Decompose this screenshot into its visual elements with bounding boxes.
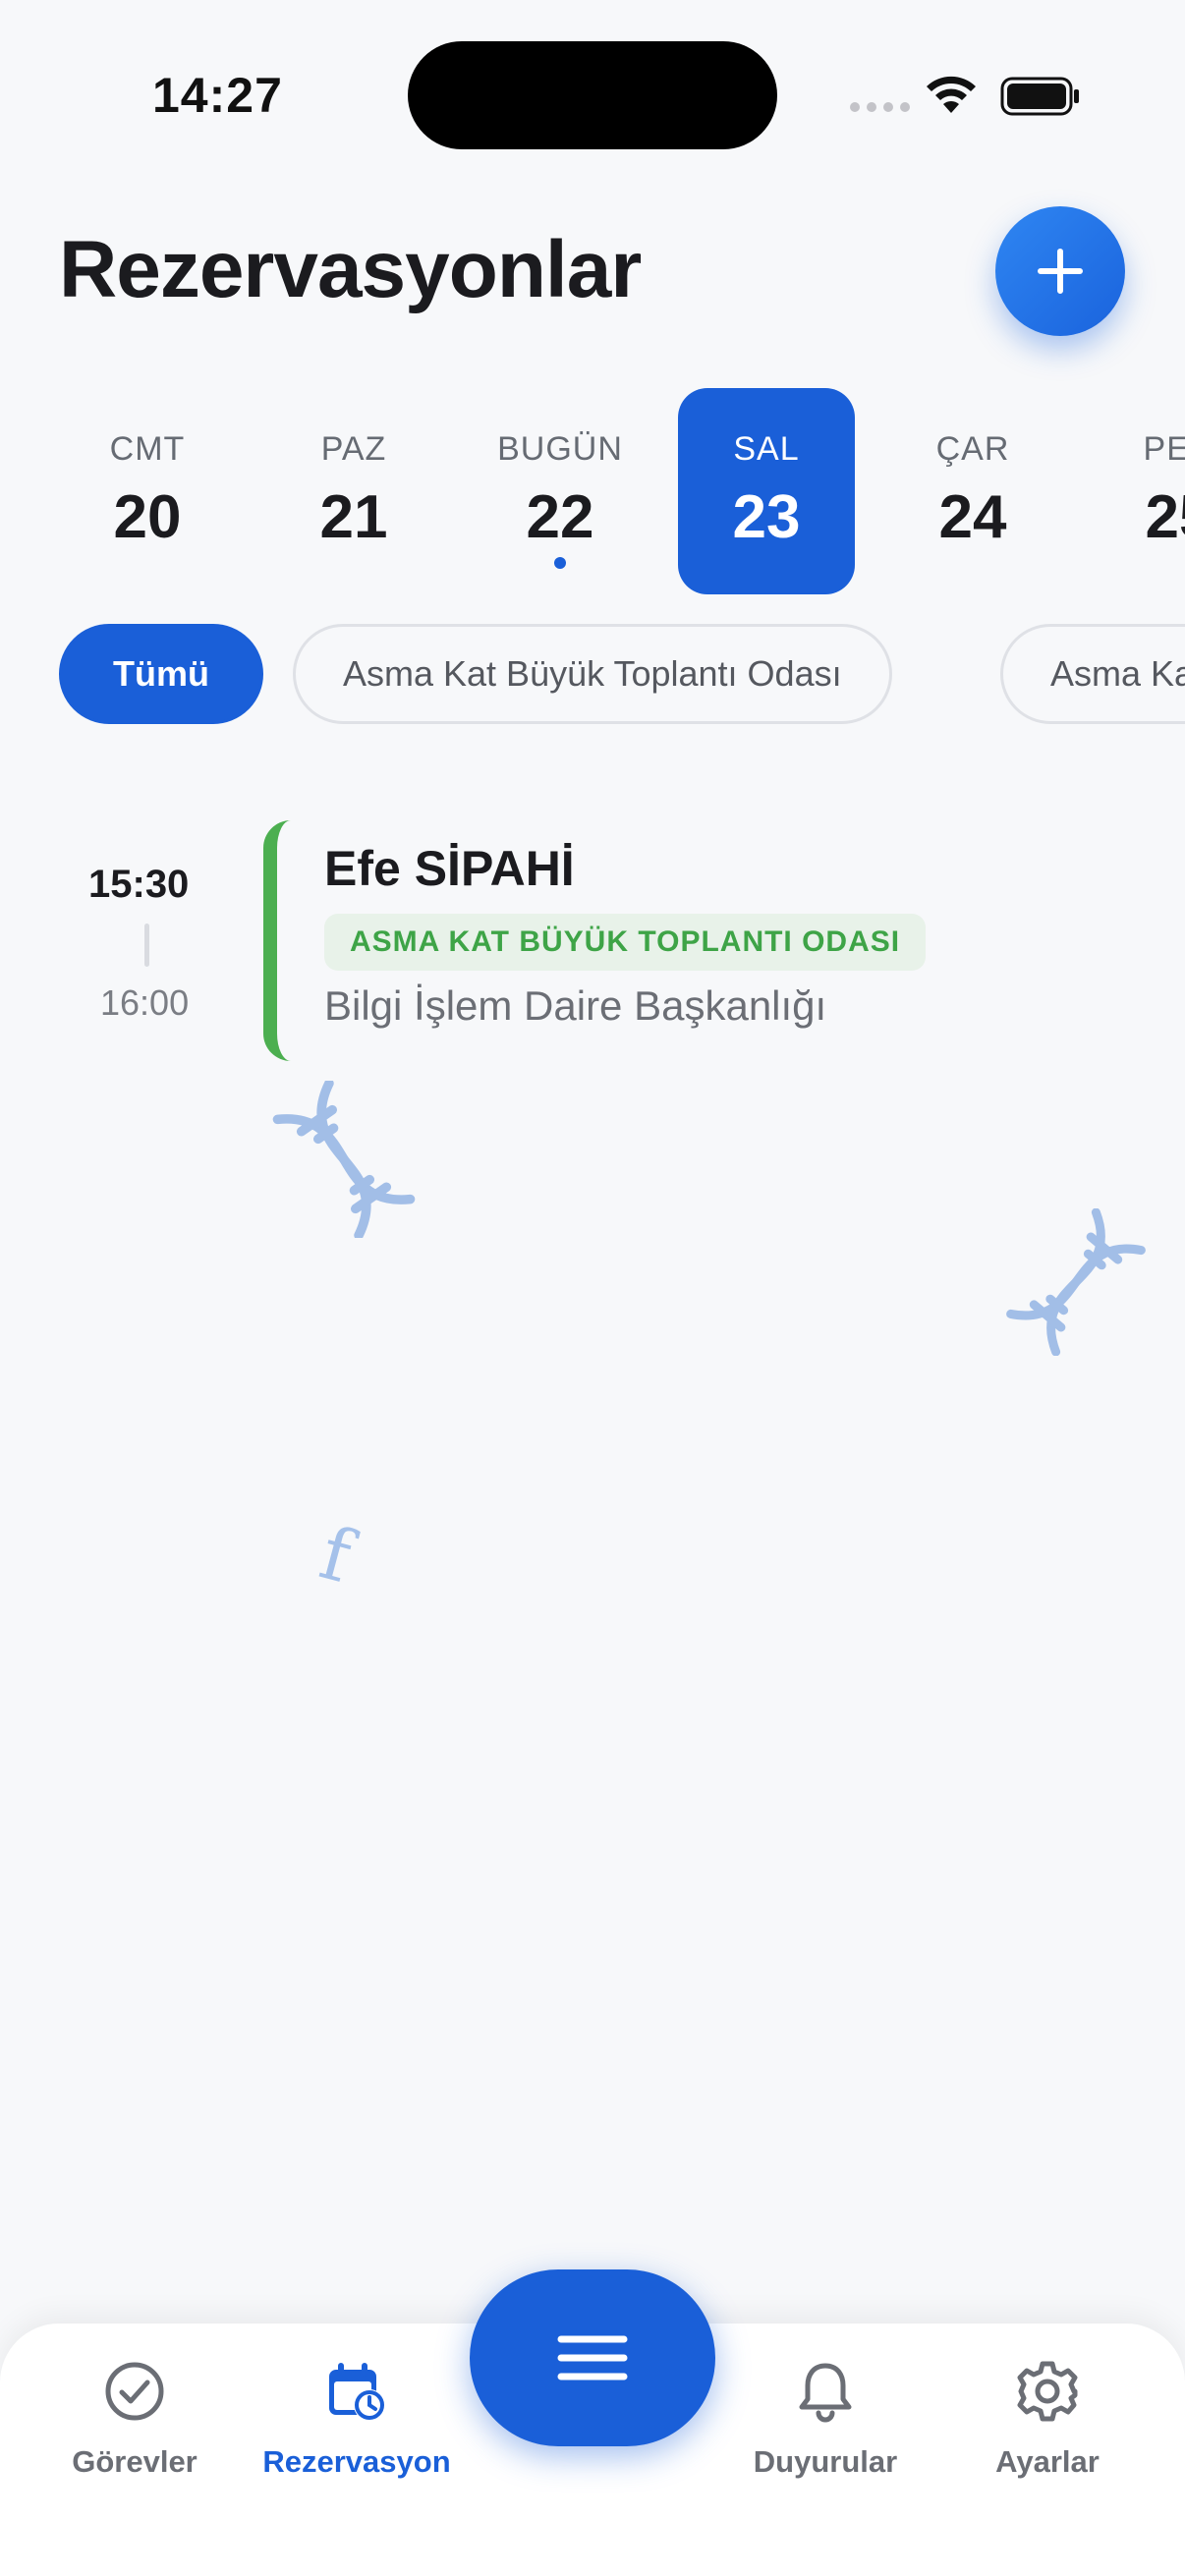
cellular-signal-icon (850, 102, 910, 112)
center-menu-button[interactable] (470, 2269, 715, 2446)
bell-icon (799, 2363, 852, 2423)
date-strip: CMT 20 PAZ 21 BUGÜN 22 SAL 23 ÇAR 24 PER… (0, 388, 1185, 594)
reservation-department: Bilgi İşlem Daire Başkanlığı (324, 982, 827, 1029)
check-circle-icon (105, 2362, 164, 2421)
day-wed-24[interactable]: ÇAR 24 (884, 388, 1061, 594)
add-reservation-button[interactable] (995, 206, 1125, 336)
nav-label: Görevler (72, 2444, 198, 2479)
day-of-week: BUGÜN (497, 430, 623, 468)
room-filter-chips: Tümü Asma Kat Büyük Toplantı Odası Asma … (0, 624, 1185, 727)
day-number: 25 (1145, 483, 1185, 551)
wifi-icon (927, 76, 976, 113)
filter-chip-small-room[interactable]: Asma Kat Küçük Toplantı Odası (1000, 624, 1185, 724)
day-number: 20 (113, 483, 182, 551)
day-of-week: PER (1143, 430, 1185, 468)
today-indicator-dot (554, 557, 566, 569)
day-thu-25[interactable]: PER 25 (1091, 388, 1185, 594)
page-title: Rezervasyonlar (59, 225, 642, 314)
day-of-week: ÇAR (935, 430, 1010, 468)
battery-icon (1000, 77, 1079, 116)
day-sat-20[interactable]: CMT 20 (59, 388, 236, 594)
reservation-start-time: 15:30 (88, 863, 190, 906)
menu-icon (557, 2335, 628, 2380)
nav-label: Ayarlar (995, 2444, 1100, 2479)
function-symbol-decoration: f (311, 1510, 361, 1600)
reservation-person-name: Efe SİPAHİ (324, 841, 575, 896)
reservation-end-time: 16:00 (100, 982, 190, 1023)
time-separator (144, 924, 149, 967)
day-of-week: CMT (109, 430, 186, 468)
day-today-22[interactable]: BUGÜN 22 (472, 388, 649, 594)
day-number: 21 (319, 483, 388, 551)
filter-chip-all[interactable]: Tümü (59, 624, 263, 724)
day-number: 24 (938, 483, 1007, 551)
dna-icon (272, 1081, 416, 1238)
day-sun-21[interactable]: PAZ 21 (265, 388, 442, 594)
day-tue-23[interactable]: SAL 23 (678, 388, 855, 594)
filter-chip-big-room[interactable]: Asma Kat Büyük Toplantı Odası (293, 624, 892, 724)
nav-label: Duyurular (753, 2444, 898, 2479)
dynamic-island (408, 41, 777, 149)
day-number: 23 (732, 483, 801, 551)
gear-icon (1017, 2361, 1078, 2422)
reservation-room-badge: ASMA KAT BÜYÜK TOPLANTI ODASI (324, 914, 927, 971)
dna-icon (1006, 1208, 1146, 1356)
plus-icon (1038, 249, 1083, 294)
nav-item-announcements[interactable]: Duyurular (717, 2358, 933, 2480)
calendar-clock-icon (329, 2363, 385, 2421)
day-of-week: PAZ (320, 430, 387, 468)
status-time: 14:27 (152, 68, 283, 123)
nav-item-reservation[interactable]: Rezervasyon (249, 2358, 465, 2480)
day-number: 22 (526, 483, 594, 551)
day-of-week: SAL (733, 430, 800, 468)
nav-item-settings[interactable]: Ayarlar (939, 2358, 1156, 2480)
nav-label: Rezervasyon (262, 2444, 451, 2479)
nav-item-tasks[interactable]: Görevler (27, 2358, 243, 2480)
